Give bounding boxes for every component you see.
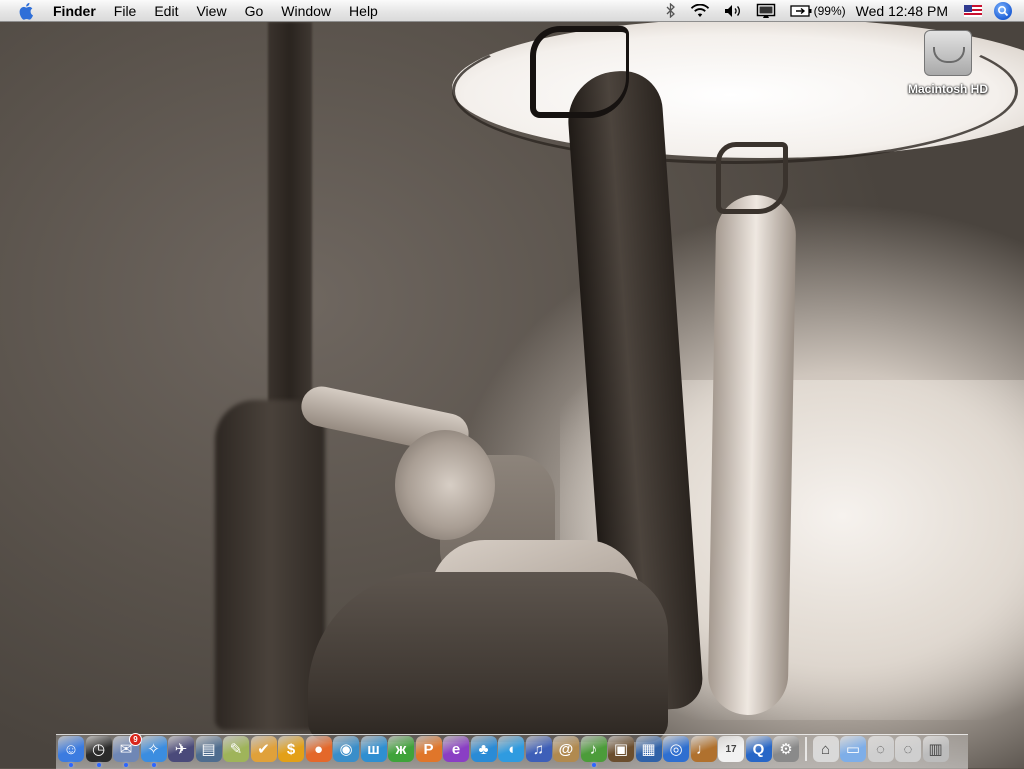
finder-icon[interactable]: ☺	[58, 736, 84, 767]
menu-help[interactable]: Help	[340, 0, 387, 22]
dock-glyph: ♩	[696, 740, 711, 758]
dock-glyph: ♣	[478, 740, 489, 758]
hard-drive-icon	[924, 30, 972, 76]
rocket-icon[interactable]: ✈	[168, 736, 194, 762]
dock-glyph: ✎	[229, 741, 243, 758]
firefox-icon[interactable]: ●	[305, 736, 332, 762]
dock-glyph: ▣	[613, 741, 629, 758]
garageband-icon[interactable]: ♩	[690, 736, 717, 762]
idvd-icon[interactable]: ◎	[663, 736, 689, 762]
dock-glyph: ◉	[339, 741, 353, 758]
dock-glyph: ▦	[641, 741, 656, 758]
spotlight-search-icon[interactable]	[994, 1, 1012, 20]
wallpaper-chair-seat	[308, 572, 668, 742]
dock-glyph: ◌	[903, 740, 913, 758]
dock-glyph: ☺	[63, 740, 79, 758]
preview-icon[interactable]: ▤	[195, 736, 222, 762]
imovie-icon[interactable]: ▦	[635, 736, 662, 762]
ical-icon[interactable]: 17	[718, 736, 744, 762]
menu-bar: Finder File Edit View Go Window Help (99…	[0, 0, 1024, 22]
dock-glyph: ◌	[876, 740, 885, 758]
menu-finder[interactable]: Finder	[44, 0, 105, 22]
dock-glyph: ✧	[147, 741, 160, 758]
checklist-icon[interactable]: ✔	[250, 736, 277, 762]
trash-icon[interactable]: ▥	[922, 736, 949, 762]
pencil-icon[interactable]: ✎	[223, 736, 249, 762]
dock-glyph: ●	[313, 740, 324, 758]
folder-icon[interactable]: ▭	[840, 736, 866, 762]
wallpaper-shoe	[716, 142, 788, 214]
letter-e-icon[interactable]: е	[443, 736, 469, 762]
stack-icon[interactable]: ◌	[867, 736, 894, 762]
dock-glyph: ◖	[506, 740, 516, 758]
globe-icon[interactable]: ◉	[333, 736, 359, 762]
dock-glyph: ⚙	[779, 741, 793, 758]
wallpaper-figure-head	[395, 430, 495, 540]
wifi-icon[interactable]	[683, 0, 717, 22]
stack-icon[interactable]: ◌	[895, 736, 921, 762]
input-menu-flag-icon[interactable]	[964, 4, 982, 17]
dock-glyph: ◷	[91, 741, 106, 758]
dock-glyph: ♫	[532, 740, 545, 758]
menu-go[interactable]: Go	[236, 0, 273, 22]
desktop-icon-macintosh-hd[interactable]: Macintosh HD	[896, 30, 1000, 96]
menu-file[interactable]: File	[105, 0, 146, 22]
dock-separator	[804, 737, 807, 761]
mail-icon[interactable]: ✉ 9	[113, 733, 142, 767]
status-menus: (99%) Wed 12:48 PM	[659, 0, 1024, 22]
dock-glyph: ж	[395, 740, 407, 758]
iphoto-icon[interactable]: ▣	[608, 736, 634, 762]
desktop-wallpaper	[0, 0, 1024, 768]
battery-icon[interactable]	[783, 0, 814, 22]
dock-glyph: ш	[367, 740, 380, 758]
letter-x-icon[interactable]: ж	[388, 736, 414, 762]
letter-w-icon[interactable]: ш	[360, 736, 387, 762]
itunes-icon[interactable]: ♪	[580, 736, 607, 767]
safari-icon[interactable]: ✧	[140, 736, 167, 767]
dock-glyph: ✔	[257, 741, 270, 758]
dock-glyph: ⌂	[820, 740, 831, 758]
quicktime-icon[interactable]: Q	[745, 736, 772, 762]
dashboard-icon[interactable]: ◷	[85, 736, 112, 767]
bluetooth-icon[interactable]	[659, 0, 683, 22]
battery-percentage[interactable]: (99%)	[814, 4, 850, 18]
dollar-icon[interactable]: $	[278, 736, 304, 762]
dock-items: ☺ ◷ ✉ 9 ✧ ✈ ▤ ✎ ✔ $ ● ◉ ш ж Ре ♣ ◖ ♫ @ ♪ ▣ ▦ ◎ ♩ 17 Q ⚙ ⌂ ▭ ◌ ◌ ▥	[58, 733, 950, 767]
dock-glyph: ▥	[928, 741, 943, 758]
menu-clock[interactable]: Wed 12:48 PM	[850, 3, 958, 19]
address-book-icon[interactable]: @	[553, 736, 579, 762]
dock-glyph: 17	[725, 743, 737, 755]
itunes-runner-icon[interactable]: ♫	[525, 736, 552, 762]
apple-menu-icon[interactable]	[18, 2, 36, 20]
menu-window[interactable]: Window	[272, 0, 340, 22]
volume-icon[interactable]	[717, 0, 749, 22]
display-icon[interactable]	[749, 0, 783, 22]
dock-glyph: ✈	[174, 741, 188, 758]
dock-glyph: ▭	[845, 741, 861, 758]
desktop-icon-label: Macintosh HD	[907, 82, 988, 96]
home-folder-icon[interactable]: ⌂	[812, 736, 839, 762]
dock-glyph: Р	[423, 740, 434, 758]
dock-glyph: @	[558, 740, 574, 758]
dock-glyph: ♪	[589, 740, 598, 758]
dock-glyph: $	[286, 740, 296, 758]
dock-glyph: ▤	[201, 741, 216, 758]
video-chat-icon[interactable]: ◖	[498, 736, 524, 762]
wallpaper-figure-leg	[707, 194, 797, 716]
menu-view[interactable]: View	[187, 0, 235, 22]
dock-glyph: ◎	[669, 741, 683, 758]
system-prefs-icon[interactable]: ⚙	[773, 736, 799, 762]
menu-edit[interactable]: Edit	[145, 0, 187, 22]
dock-glyph: Q	[752, 740, 765, 758]
wallpaper-shoe	[530, 26, 629, 118]
letter-p-icon[interactable]: Р	[415, 736, 442, 762]
dock-glyph: е	[451, 740, 461, 758]
buddy-icon[interactable]: ♣	[470, 736, 497, 762]
